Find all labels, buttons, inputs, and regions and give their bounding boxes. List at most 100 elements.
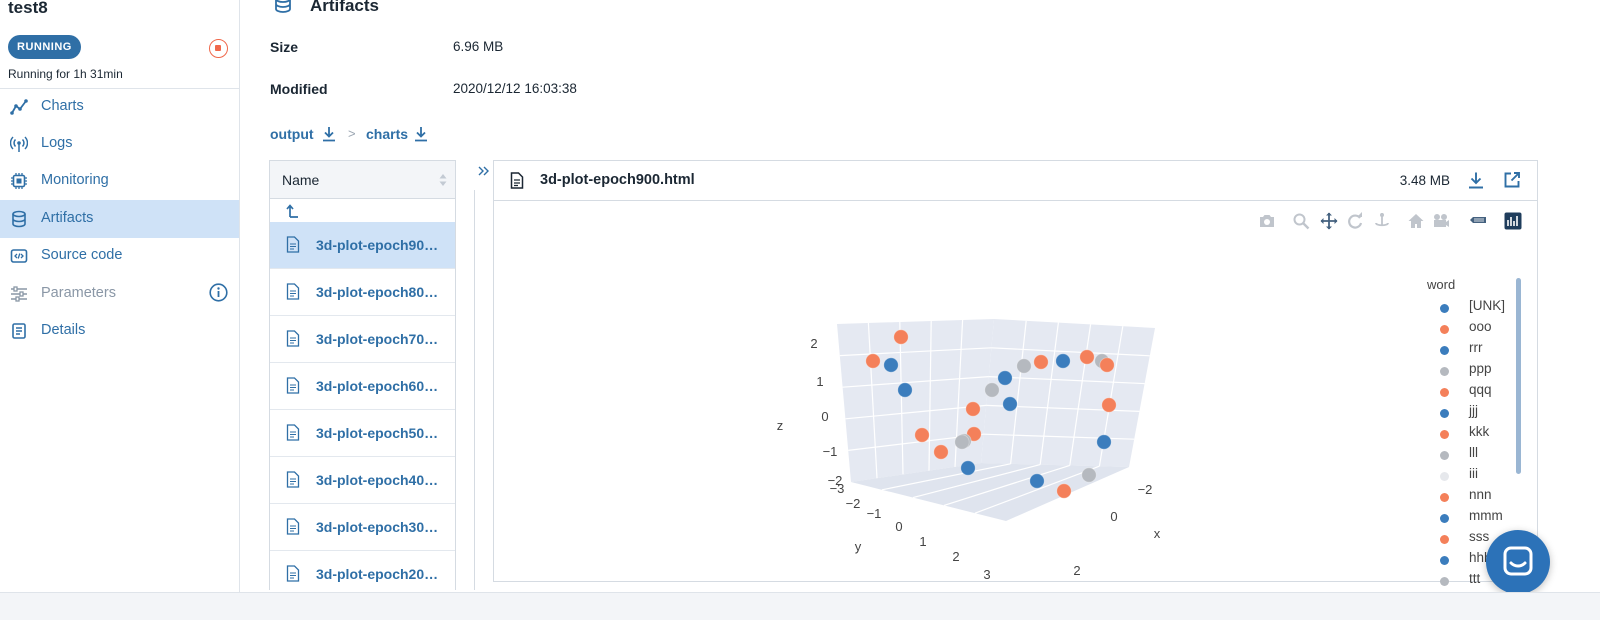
data-point <box>984 382 1000 398</box>
legend-marker <box>1440 325 1449 334</box>
sidebar-item-label: Monitoring <box>41 172 109 188</box>
download-icon[interactable] <box>1467 171 1485 189</box>
file-row[interactable]: 3d-plot-epoch50… <box>270 410 455 457</box>
data-point <box>897 382 913 398</box>
sidebar-item-charts[interactable]: Charts <box>0 88 239 126</box>
legend-title: word <box>1427 277 1456 292</box>
data-point <box>1016 358 1032 374</box>
y-tick-label: 1 <box>919 534 926 549</box>
modified-value: 2020/12/12 16:03:38 <box>453 81 577 96</box>
z-tick-label: −1 <box>823 444 838 459</box>
sidebar-item-label: Artifacts <box>41 210 94 226</box>
legend-marker <box>1440 346 1449 355</box>
file-row[interactable]: 3d-plot-epoch30… <box>270 504 455 551</box>
file-row[interactable]: 3d-plot-epoch60… <box>270 363 455 410</box>
stop-button[interactable] <box>209 39 228 58</box>
file-icon <box>286 377 300 394</box>
parent-directory-icon[interactable] <box>286 203 300 219</box>
x-tick-label: 2 <box>1073 563 1080 578</box>
file-row[interactable]: 3d-plot-epoch80… <box>270 269 455 316</box>
data-point <box>914 427 930 443</box>
plot-frame[interactable]: 2 1 0 −1 −2 z −3 −2 −1 0 1 2 3 y −2 0 2 x <box>500 205 1531 581</box>
breadcrumb-output[interactable]: output <box>270 126 314 142</box>
file-row[interactable]: 3d-plot-epoch70… <box>270 316 455 363</box>
z-tick-label: 0 <box>821 409 828 424</box>
info-icon[interactable] <box>209 283 228 302</box>
modified-label: Modified <box>270 81 328 97</box>
data-point <box>1101 397 1117 413</box>
file-icon <box>286 236 300 253</box>
running-duration: Running for 1h 31min <box>8 67 123 81</box>
file-row[interactable]: 3d-plot-epoch90… <box>270 222 455 269</box>
sort-icon[interactable] <box>438 172 448 188</box>
sidebar-item-label: Charts <box>41 98 84 114</box>
chat-icon <box>1503 546 1533 576</box>
download-icon[interactable] <box>321 126 337 142</box>
plotly-logo-icon[interactable] <box>1504 212 1522 230</box>
sliders-icon <box>11 286 27 302</box>
sidebar-item-logs[interactable]: Logs <box>0 125 239 163</box>
legend-marker <box>1440 430 1449 439</box>
broadcast-icon <box>10 136 28 152</box>
file-name: 3d-plot-epoch60… <box>316 378 439 394</box>
file-name: 3d-plot-epoch90… <box>316 237 439 253</box>
open-in-new-tab-icon[interactable] <box>1503 171 1521 189</box>
sidebar-item-artifacts[interactable]: Artifacts <box>0 200 239 238</box>
chat-launcher-button[interactable] <box>1486 530 1550 594</box>
sidebar-item-parameters[interactable]: Parameters <box>0 275 239 313</box>
zoom-icon[interactable] <box>1292 212 1310 230</box>
breadcrumb-separator: > <box>348 126 356 141</box>
legend-marker <box>1440 409 1449 418</box>
pan-icon[interactable] <box>1320 212 1338 230</box>
collapse-panel-icon[interactable] <box>476 163 492 179</box>
legend-label: rrr <box>1469 340 1483 355</box>
data-point <box>865 353 881 369</box>
data-point <box>1099 357 1115 373</box>
legend-label: qqq <box>1469 382 1492 397</box>
legend-marker <box>1440 451 1449 460</box>
home-icon[interactable] <box>1407 212 1425 230</box>
preview-file-name: 3d-plot-epoch900.html <box>540 172 695 188</box>
file-icon <box>510 172 524 189</box>
database-icon <box>275 0 291 13</box>
turntable-rotation-icon[interactable] <box>1373 212 1391 230</box>
z-tick-label: 1 <box>816 374 823 389</box>
y-tick-label: 2 <box>952 549 959 564</box>
size-value: 6.96 MB <box>453 39 504 54</box>
sidebar-item-monitoring[interactable]: Monitoring <box>0 162 239 200</box>
file-icon <box>286 471 300 488</box>
list-header-name[interactable]: Name <box>270 161 455 199</box>
legend-marker <box>1440 535 1449 544</box>
legend-label: ttt <box>1469 571 1481 586</box>
sidebar-item-details[interactable]: Details <box>0 312 239 350</box>
file-row[interactable]: 3d-plot-epoch40… <box>270 457 455 504</box>
toggle-spike-lines-icon[interactable] <box>1469 212 1487 230</box>
download-icon[interactable] <box>413 126 429 142</box>
y-tick-label: −3 <box>830 481 845 496</box>
camera-video-icon[interactable] <box>1432 212 1450 230</box>
z-tick-label: 2 <box>810 336 817 351</box>
breadcrumb-charts[interactable]: charts <box>366 126 408 142</box>
data-point <box>1055 353 1071 369</box>
data-point <box>954 434 970 450</box>
back-wall-right <box>981 319 1155 467</box>
file-name: 3d-plot-epoch80… <box>316 284 439 300</box>
data-point <box>1033 354 1049 370</box>
legend-scrollbar[interactable] <box>1516 278 1521 474</box>
file-name: 3d-plot-epoch50… <box>316 425 439 441</box>
run-name: test8 <box>8 0 48 17</box>
file-row[interactable]: 3d-plot-epoch20… <box>270 551 455 590</box>
data-point <box>893 329 909 345</box>
data-point <box>997 370 1013 386</box>
orbit-rotation-icon[interactable] <box>1346 212 1364 230</box>
sidebar-item-source-code[interactable]: Source code <box>0 237 239 275</box>
data-point <box>1056 483 1072 499</box>
camera-icon[interactable] <box>1258 212 1276 230</box>
data-point <box>1002 396 1018 412</box>
x-axis-label: x <box>1154 526 1161 541</box>
data-point <box>1079 349 1095 365</box>
size-label: Size <box>270 39 299 55</box>
data-point <box>1029 473 1045 489</box>
scatter3d-plot[interactable]: 210−1−2z−3−2−10123y−202x <box>500 205 1531 581</box>
y-tick-label: 3 <box>983 567 990 581</box>
